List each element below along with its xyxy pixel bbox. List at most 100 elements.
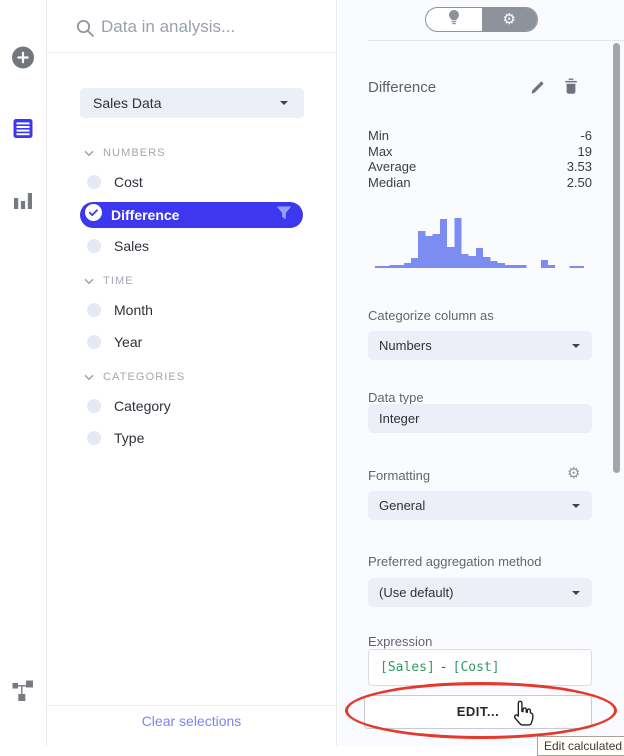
divider xyxy=(47,705,336,706)
column-label: Type xyxy=(114,430,144,446)
bar-chart-icon xyxy=(14,196,32,213)
lightbulb-icon xyxy=(448,10,460,30)
column-label: Sales xyxy=(114,238,149,254)
expression-rhs: [Cost] xyxy=(453,660,500,675)
column-title: Difference xyxy=(368,79,436,96)
search-input[interactable] xyxy=(101,12,319,42)
stat-value: 2.50 xyxy=(567,175,592,191)
formatting-settings-gear-icon[interactable]: ⚙ xyxy=(567,466,580,481)
expression-lhs: [Sales] xyxy=(380,660,435,675)
add-data-button[interactable] xyxy=(12,46,35,74)
stat-value: 19 xyxy=(578,144,592,160)
section-header-categories[interactable]: CATEGORIES xyxy=(84,369,185,385)
data-in-analysis-nav[interactable] xyxy=(14,119,33,143)
column-label: Year xyxy=(114,334,142,350)
stat-row-min: Min -6 xyxy=(368,128,592,144)
column-statistics: Min -6 Max 19 Average 3.53 Median 2.50 xyxy=(368,128,592,190)
filter-funnel-icon[interactable] xyxy=(276,206,292,225)
distribution-histogram xyxy=(375,218,584,268)
column-label: Cost xyxy=(114,174,143,190)
data-type-value: Integer xyxy=(368,404,592,433)
data-panel: Sales Data NUMBERS Cost Difference Sales… xyxy=(47,0,337,746)
categorize-label: Categorize column as xyxy=(368,308,494,323)
left-icon-rail xyxy=(0,0,47,746)
properties-toggle-active[interactable]: ⚙ xyxy=(482,8,538,31)
chevron-down-icon xyxy=(84,278,94,285)
stat-label: Max xyxy=(368,144,393,160)
expression-operator: - xyxy=(440,660,448,675)
rename-column-button[interactable] xyxy=(530,80,545,100)
divider xyxy=(47,52,336,53)
aggregation-value: (Use default) xyxy=(368,578,592,607)
column-label: Difference xyxy=(111,207,179,223)
column-properties-panel: ⚙ Difference Min -6 Max 19 Average 3.53 … xyxy=(338,0,624,746)
check-circle-icon xyxy=(85,204,102,226)
pencil-icon xyxy=(530,82,545,99)
categorize-value: Numbers xyxy=(368,331,592,360)
clear-selections-link[interactable]: Clear selections xyxy=(47,713,336,729)
aggregation-label: Preferred aggregation method xyxy=(368,554,541,569)
section-header-numbers[interactable]: NUMBERS xyxy=(84,145,166,161)
section-title: CATEGORIES xyxy=(103,371,185,383)
search-icon xyxy=(76,19,95,43)
expression-preview: [Sales]-[Cost] xyxy=(368,649,592,686)
data-table-dropdown-value: Sales Data xyxy=(80,88,304,118)
stat-row-max: Max 19 xyxy=(368,144,592,160)
tooltip: Edit calculated co xyxy=(537,736,624,756)
chevron-down-icon xyxy=(84,374,94,381)
column-item-type[interactable]: Type xyxy=(87,426,144,450)
panel-mode-toggle[interactable]: ⚙ xyxy=(425,7,538,32)
data-table-dropdown[interactable]: Sales Data xyxy=(80,88,304,118)
edit-expression-button[interactable]: EDIT... xyxy=(364,695,592,729)
select-bullet[interactable] xyxy=(87,303,101,317)
chevron-down-icon xyxy=(280,101,288,105)
stat-label: Median xyxy=(368,175,411,191)
mouse-hand-cursor xyxy=(510,700,534,734)
formatting-value: General xyxy=(368,491,592,520)
column-label: Month xyxy=(114,302,153,318)
stat-value: 3.53 xyxy=(567,159,592,175)
stat-label: Average xyxy=(368,159,416,175)
column-item-difference-selected[interactable]: Difference xyxy=(80,202,303,228)
chevron-down-icon xyxy=(572,504,580,508)
select-bullet[interactable] xyxy=(87,335,101,349)
expression-label: Expression xyxy=(368,634,432,649)
data-canvas-nav[interactable] xyxy=(13,679,34,706)
data-type-field: Integer xyxy=(368,404,592,433)
section-title: TIME xyxy=(103,275,134,287)
chevron-down-icon xyxy=(572,344,580,348)
scrollbar-thumb[interactable] xyxy=(613,43,620,473)
divider xyxy=(368,40,624,41)
section-title: NUMBERS xyxy=(103,147,166,159)
categorize-dropdown[interactable]: Numbers xyxy=(368,331,592,360)
flow-diagram-icon xyxy=(13,688,34,705)
select-bullet[interactable] xyxy=(87,175,101,189)
column-item-month[interactable]: Month xyxy=(87,298,153,322)
chevron-down-icon xyxy=(572,591,580,595)
delete-column-button[interactable] xyxy=(564,78,578,100)
select-bullet[interactable] xyxy=(87,431,101,445)
aggregation-dropdown[interactable]: (Use default) xyxy=(368,578,592,607)
formatting-label: Formatting xyxy=(368,468,430,483)
column-item-category[interactable]: Category xyxy=(87,394,171,418)
select-bullet[interactable] xyxy=(87,239,101,253)
recommendations-toggle[interactable] xyxy=(426,8,482,31)
stat-row-average: Average 3.53 xyxy=(368,159,592,175)
select-bullet[interactable] xyxy=(87,399,101,413)
visualizations-nav[interactable] xyxy=(14,190,32,214)
chevron-down-icon xyxy=(84,150,94,157)
column-item-cost[interactable]: Cost xyxy=(87,170,143,194)
trash-icon xyxy=(564,82,578,99)
formatting-dropdown[interactable]: General xyxy=(368,491,592,520)
column-item-year[interactable]: Year xyxy=(87,330,142,354)
gear-icon: ⚙ xyxy=(503,12,516,27)
column-item-sales[interactable]: Sales xyxy=(87,234,149,258)
stat-label: Min xyxy=(368,128,389,144)
stat-row-median: Median 2.50 xyxy=(368,175,592,191)
plus-circle-icon xyxy=(12,56,35,73)
stat-value: -6 xyxy=(580,128,592,144)
data-type-label: Data type xyxy=(368,390,424,405)
column-label: Category xyxy=(114,398,171,414)
section-header-time[interactable]: TIME xyxy=(84,273,134,289)
data-list-icon xyxy=(14,125,33,142)
